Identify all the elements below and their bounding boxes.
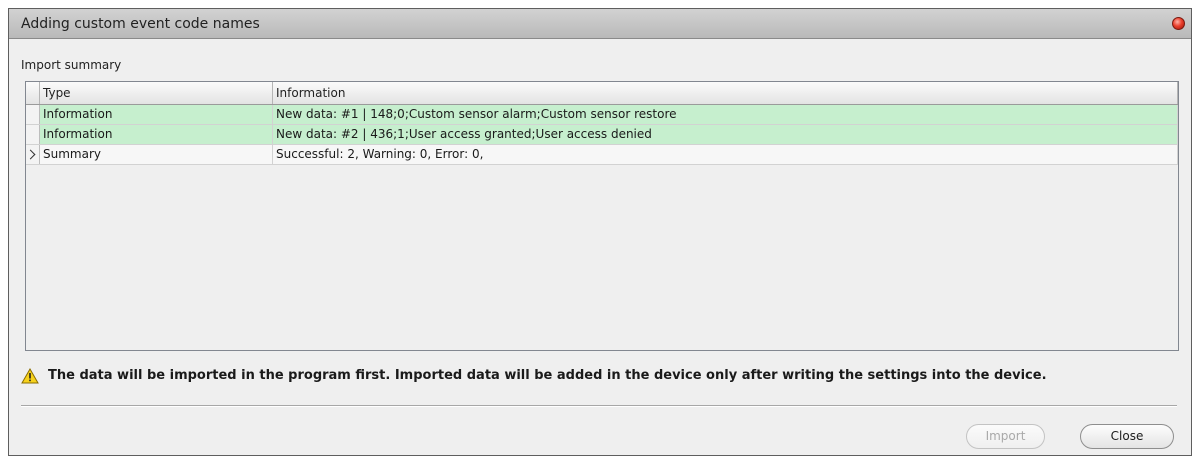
close-button[interactable]: Close — [1080, 424, 1174, 449]
title-bar[interactable]: Adding custom event code names — [9, 9, 1191, 39]
import-summary-grid[interactable]: Type Information Information New data: #… — [25, 81, 1179, 351]
cell-information: New data: #1 | 148;0;Custom sensor alarm… — [273, 105, 1178, 124]
grid-header: Type Information — [26, 82, 1178, 105]
divider — [21, 405, 1177, 407]
column-header-type[interactable]: Type — [40, 82, 273, 104]
table-row[interactable]: Information New data: #1 | 148;0;Custom … — [26, 105, 1178, 125]
row-selector[interactable] — [26, 125, 40, 144]
cell-type: Summary — [40, 145, 273, 164]
cell-information: New data: #2 | 436;1;User access granted… — [273, 125, 1178, 144]
column-header-information[interactable]: Information — [273, 82, 1178, 104]
row-selector[interactable] — [26, 105, 40, 124]
notice-text: The data will be imported in the program… — [48, 368, 1047, 383]
row-selector[interactable] — [26, 145, 40, 164]
import-dialog: Adding custom event code names Import su… — [8, 8, 1192, 456]
close-window-icon[interactable] — [1172, 17, 1185, 30]
cell-type: Information — [40, 125, 273, 144]
current-row-chevron-icon — [26, 149, 36, 160]
cell-information: Successful: 2, Warning: 0, Error: 0, — [273, 145, 1178, 164]
table-row[interactable]: Summary Successful: 2, Warning: 0, Error… — [26, 145, 1178, 165]
import-button[interactable]: Import — [966, 424, 1045, 449]
warning-icon — [21, 368, 39, 384]
row-header-corner — [26, 82, 40, 104]
section-label: Import summary — [21, 58, 122, 72]
window-title: Adding custom event code names — [21, 16, 260, 32]
cell-type: Information — [40, 105, 273, 124]
table-row[interactable]: Information New data: #2 | 436;1;User ac… — [26, 125, 1178, 145]
